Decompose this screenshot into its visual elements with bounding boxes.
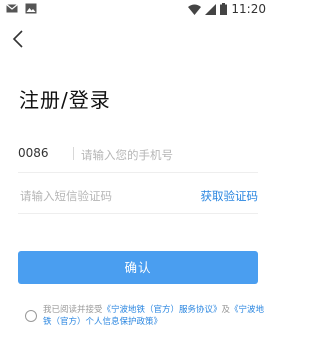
page-title: 注册/登录 xyxy=(19,88,111,112)
back-button[interactable] xyxy=(8,28,30,50)
wifi-icon xyxy=(188,4,202,15)
notification-icons xyxy=(6,3,37,14)
status-bar: 11:20 xyxy=(0,0,270,18)
image-icon xyxy=(25,3,37,14)
phone-input[interactable] xyxy=(71,141,268,169)
chevron-left-icon xyxy=(12,30,23,48)
mail-icon xyxy=(6,4,18,13)
sms-code-input[interactable] xyxy=(18,182,187,210)
code-row: 获取验证码 xyxy=(18,179,258,214)
confirm-button[interactable]: 确认 xyxy=(18,251,258,284)
system-status: 11:20 xyxy=(188,2,266,16)
signal-icon xyxy=(205,3,217,15)
agreement-conjunction: 及 xyxy=(221,305,231,315)
agree-radio[interactable] xyxy=(25,310,37,322)
service-agreement-link[interactable]: 《宁波地铁（官方）服务协议》 xyxy=(103,305,222,315)
status-time: 11:20 xyxy=(231,2,266,16)
agreement-prefix: 我已阅读并接受 xyxy=(43,305,103,315)
battery-icon xyxy=(220,3,228,15)
agreement-text: 我已阅读并接受《宁波地铁（官方）服务协议》及《宁波地铁（官方）个人信息保护政策》 xyxy=(43,304,265,328)
phone-row: 0086 xyxy=(18,138,268,173)
country-code[interactable]: 0086 xyxy=(18,146,49,160)
get-code-button[interactable]: 获取验证码 xyxy=(201,188,259,204)
